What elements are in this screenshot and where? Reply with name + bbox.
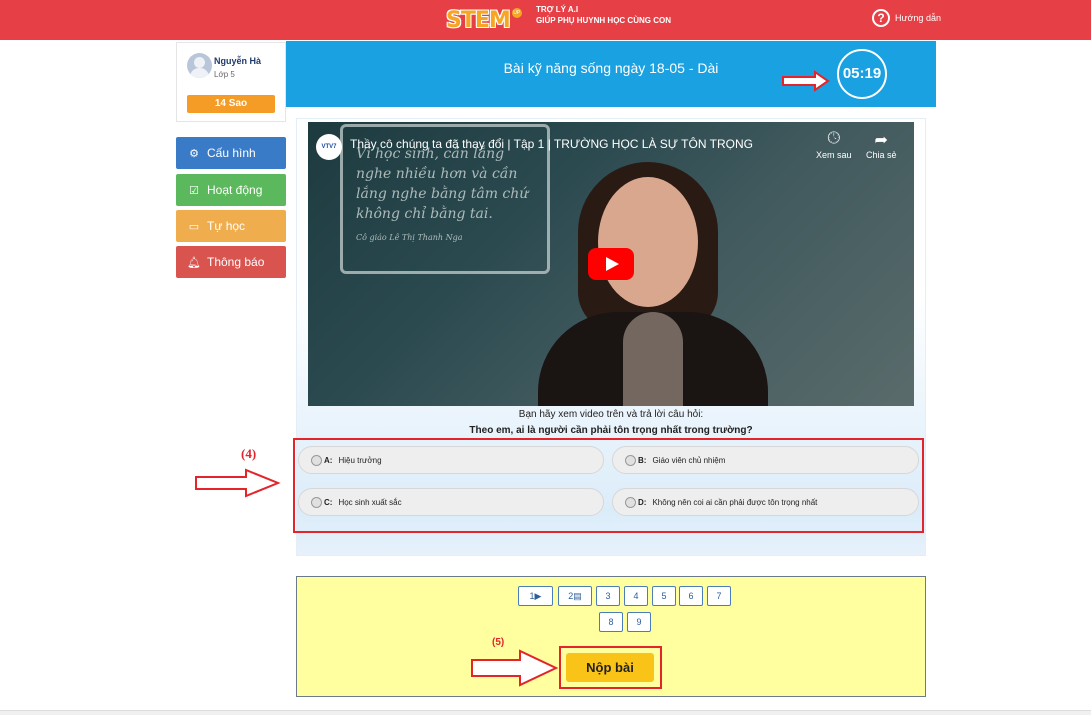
help-link[interactable]: ? Hướng dẫn bbox=[872, 9, 941, 27]
answer-letter: A: bbox=[324, 455, 333, 465]
sidebar-item-notifications[interactable]: 🔔︎ Thông báo bbox=[176, 246, 286, 278]
avatar[interactable] bbox=[187, 53, 212, 78]
countdown-timer: 05:19 bbox=[837, 49, 887, 99]
profile-name: Nguyễn Hà bbox=[214, 56, 262, 66]
sidebar-item-label: Cấu hình bbox=[207, 146, 256, 160]
question-nav-2[interactable]: 2▤ bbox=[558, 586, 592, 606]
submit-button[interactable]: Nộp bài bbox=[566, 653, 654, 682]
video-title[interactable]: Thầy cô chúng ta đã thay đổi | Tập 1 | T… bbox=[350, 137, 753, 151]
lesson-banner: Bài kỹ năng sống ngày 18-05 - Dài 05:19 bbox=[286, 41, 936, 107]
question-nav-7[interactable]: 7 bbox=[707, 586, 731, 606]
question-circle-icon: ? bbox=[872, 9, 890, 27]
radio-a[interactable] bbox=[311, 454, 322, 466]
answer-letter: C: bbox=[324, 497, 333, 507]
question-intro: Bạn hãy xem video trên và trả lời câu hỏ… bbox=[518, 409, 704, 420]
sidebar-item-config[interactable]: ⚙ Cấu hình bbox=[176, 137, 286, 169]
share-button[interactable]: ➦ Chia sẻ bbox=[866, 130, 897, 160]
share-icon: ➦ bbox=[874, 132, 888, 149]
radio-c[interactable] bbox=[311, 496, 322, 508]
share-label: Chia sẻ bbox=[866, 150, 897, 160]
sidebar-item-label: Hoạt động bbox=[207, 183, 263, 197]
tagline-line1: TRỢ LÝ A.I bbox=[536, 5, 579, 14]
answer-text: Giáo viên chủ nhiệm bbox=[652, 455, 726, 465]
question-nav-3[interactable]: 3 bbox=[596, 586, 620, 606]
youtube-play-icon[interactable] bbox=[588, 248, 634, 280]
sidebar-item-activities[interactable]: ☑ Hoạt động bbox=[176, 174, 286, 206]
radio-b[interactable] bbox=[625, 454, 636, 466]
question-nav-4[interactable]: 4 bbox=[624, 586, 648, 606]
play-circle-icon: ▶ bbox=[534, 591, 542, 601]
question-nav-5[interactable]: 5 bbox=[652, 586, 676, 606]
sidebar-item-self-study[interactable]: ▭ Tự học bbox=[176, 210, 286, 242]
chalkboard-quote: Vì học sinh, cần lắng nghe nhiều hơn và … bbox=[356, 146, 529, 222]
tagline-line2: GIÚP PHỤ HUYNH HỌC CÙNG CON bbox=[536, 16, 671, 25]
channel-logo[interactable]: VTV7 bbox=[316, 134, 342, 160]
answer-text: Học sinh xuất sắc bbox=[338, 497, 402, 507]
sidebar-item-label: Tự học bbox=[207, 219, 246, 233]
presenter-face bbox=[598, 177, 698, 307]
help-label: Hướng dẫn bbox=[895, 13, 941, 23]
watch-later-button[interactable]: 🕓︎ Xem sau bbox=[816, 130, 852, 160]
stem-logo[interactable]: STEM UP bbox=[446, 6, 522, 34]
annotation-arrow-submit bbox=[471, 649, 559, 687]
check-square-icon: ☑ bbox=[189, 184, 199, 197]
gear-icon: ⚙ bbox=[189, 147, 199, 160]
answer-option-b[interactable]: B: Giáo viên chủ nhiệm bbox=[612, 446, 919, 474]
logo-badge: UP bbox=[511, 8, 522, 18]
bell-icon: 🔔︎ bbox=[187, 256, 201, 269]
question-text: Theo em, ai là người cần phải tôn trọng … bbox=[469, 425, 753, 436]
radio-d[interactable] bbox=[625, 496, 636, 508]
avatar-head bbox=[194, 57, 205, 68]
video-player[interactable]: Vì học sinh, cần lắng nghe nhiều hơn và … bbox=[308, 122, 914, 406]
annotation-label-5: (5) bbox=[492, 637, 505, 648]
tagline: TRỢ LÝ A.I GIÚP PHỤ HUYNH HỌC CÙNG CON bbox=[536, 4, 671, 26]
annotation-arrow-timer bbox=[782, 70, 830, 92]
question-nav-8[interactable]: 8 bbox=[599, 612, 623, 632]
profile-class: Lớp 5 bbox=[214, 70, 235, 79]
answer-letter: B: bbox=[638, 455, 647, 465]
carousel-prev-icon[interactable]: ‹ bbox=[298, 243, 305, 266]
answer-option-c[interactable]: C: Học sinh xuất sắc bbox=[298, 488, 604, 516]
annotation-arrow-answers bbox=[195, 468, 281, 498]
teacher-board-icon: ▭ bbox=[188, 220, 200, 233]
logo-text: STEM bbox=[446, 7, 511, 33]
answer-text: Hiệu trưởng bbox=[338, 455, 382, 465]
answer-letter: D: bbox=[638, 497, 647, 507]
question-nav-1[interactable]: 1▶ bbox=[518, 586, 553, 606]
document-icon: ▤ bbox=[573, 591, 582, 601]
question-nav-6[interactable]: 6 bbox=[679, 586, 703, 606]
watch-later-label: Xem sau bbox=[816, 150, 852, 160]
clock-icon: 🕓︎ bbox=[827, 130, 841, 147]
presenter-lace bbox=[623, 312, 683, 406]
page-bottom-border bbox=[0, 710, 1091, 715]
top-bar: STEM UP TRỢ LÝ A.I GIÚP PHỤ HUYNH HỌC CÙ… bbox=[0, 0, 1091, 40]
answer-option-a[interactable]: A: Hiệu trưởng bbox=[298, 446, 604, 474]
question-nav-9[interactable]: 9 bbox=[627, 612, 651, 632]
profile-card: Nguyễn Hà Lớp 5 14 Sao bbox=[176, 42, 286, 122]
annotation-label-4: (4) bbox=[241, 446, 257, 461]
avatar-body bbox=[190, 68, 209, 78]
answer-option-d[interactable]: D: Không nên coi ai cần phải được tôn tr… bbox=[612, 488, 919, 516]
sidebar-item-label: Thông báo bbox=[207, 255, 265, 269]
answer-text: Không nên coi ai cần phải được tôn trọng… bbox=[652, 497, 818, 507]
stars-badge: 14 Sao bbox=[187, 95, 275, 113]
